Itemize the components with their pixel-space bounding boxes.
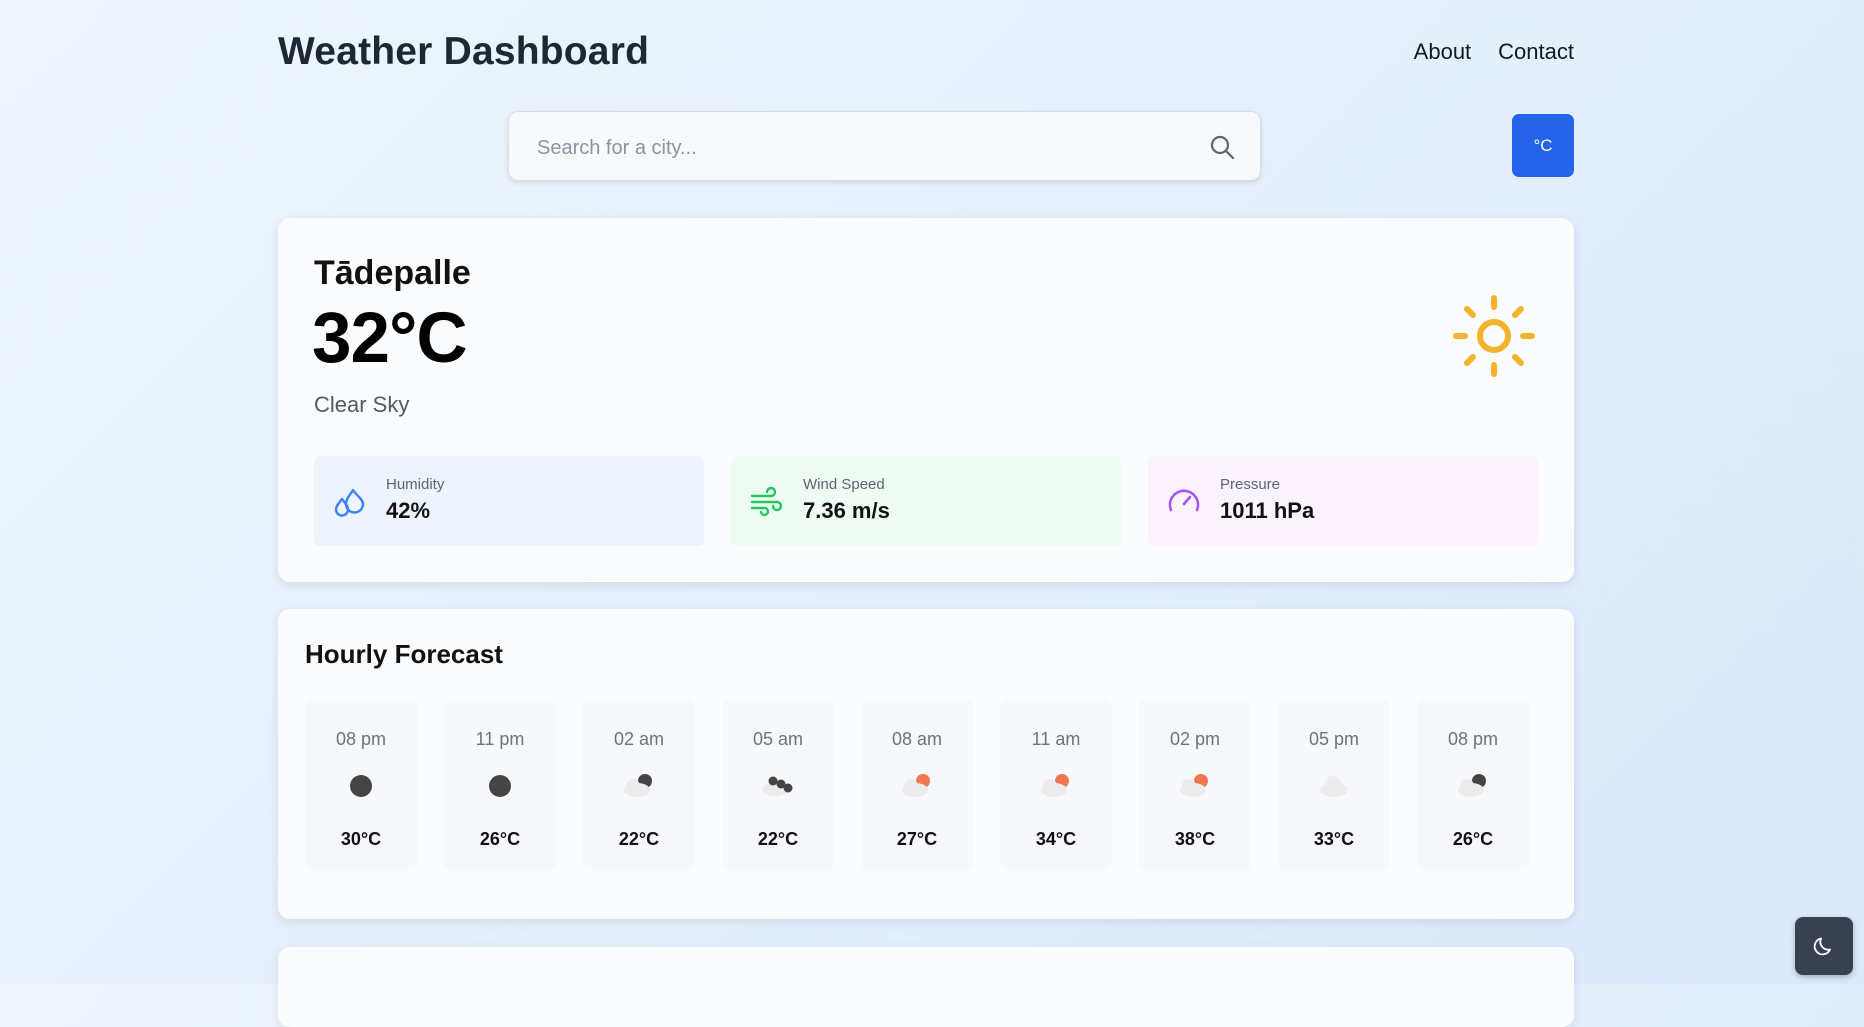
moon-icon <box>480 768 520 804</box>
cloudy-day-icon <box>1175 768 1215 804</box>
hourly-item: 02 pm 38°C <box>1139 699 1251 871</box>
next-card <box>278 947 1574 1027</box>
current-weather-card: Tādepalle 32°C Clear Sky Humidity 42% Wi… <box>278 218 1574 582</box>
cloudy-day-icon <box>897 768 937 804</box>
hourly-temp: 22°C <box>757 829 799 849</box>
hourly-temp: 26°C <box>1452 829 1494 849</box>
hourly-time: 05 am <box>752 729 804 749</box>
hourly-item: 05 am 22°C <box>722 699 834 871</box>
hourly-forecast-card: Hourly Forecast 08 pm 30°C 11 pm 26°C 02 am 2… <box>278 609 1574 919</box>
pressure-value: 1011 hPa <box>1220 498 1315 523</box>
hourly-time: 08 am <box>891 729 943 749</box>
nav-about-link[interactable]: About <box>1414 39 1472 65</box>
hourly-time: 02 am <box>613 729 665 749</box>
hourly-time: 11 pm <box>475 729 525 749</box>
hourly-time: 05 pm <box>1308 729 1360 749</box>
wind-value: 7.36 m/s <box>803 498 890 523</box>
hourly-time: 08 pm <box>335 729 387 749</box>
pressure-label: Pressure <box>1220 476 1281 493</box>
search-box <box>508 111 1261 181</box>
humidity-value: 42% <box>386 498 431 523</box>
nav-contact-link[interactable]: Contact <box>1498 39 1574 65</box>
cloud-icon <box>1314 768 1354 804</box>
humidity-stat: Humidity 42% <box>314 456 704 546</box>
search-icon[interactable] <box>1208 133 1236 161</box>
hourly-item: 05 pm 33°C <box>1278 699 1390 871</box>
page-title: Weather Dashboard <box>278 30 650 73</box>
hourly-item: 08 pm 30°C <box>305 699 417 871</box>
gauge-icon <box>1168 489 1200 512</box>
hourly-temp: 26°C <box>479 829 521 849</box>
hourly-item: 11 am 34°C <box>1000 699 1112 871</box>
unit-toggle-button[interactable]: °C <box>1512 114 1574 177</box>
cloudy-day-icon <box>1036 768 1076 804</box>
broken-clouds-night-icon <box>758 768 798 804</box>
pressure-stat: Pressure 1011 hPa <box>1148 456 1538 546</box>
hourly-temp: 27°C <box>896 829 938 849</box>
cloudy-night-icon <box>1453 768 1493 804</box>
hourly-time: 11 am <box>1031 729 1081 749</box>
moon-icon <box>1813 937 1831 956</box>
hourly-item: 11 pm 26°C <box>444 699 556 871</box>
hourly-time: 02 pm <box>1169 729 1221 749</box>
hourly-temp: 38°C <box>1174 829 1216 849</box>
hourly-temp: 30°C <box>340 829 382 849</box>
header: Weather Dashboard About Contact <box>278 30 1574 78</box>
hourly-temp: 22°C <box>618 829 660 849</box>
current-temperature: 32°C <box>312 299 468 378</box>
city-name: Tādepalle <box>314 254 471 292</box>
hourly-item: 08 am 27°C <box>861 699 973 871</box>
theme-toggle-button[interactable] <box>1795 917 1853 975</box>
wind-stat: Wind Speed 7.36 m/s <box>731 456 1121 546</box>
cloudy-night-icon <box>619 768 659 804</box>
search-input[interactable] <box>535 132 1179 164</box>
weather-condition: Clear Sky <box>314 392 410 417</box>
humidity-label: Humidity <box>386 476 445 493</box>
hourly-time: 08 pm <box>1447 729 1499 749</box>
hourly-forecast-list: 08 pm 30°C 11 pm 26°C 02 am 22°C 05 am 22°C 08 a… <box>305 699 1529 871</box>
humidity-icon <box>334 488 365 517</box>
hourly-forecast-title: Hourly Forecast <box>305 639 503 669</box>
hourly-temp: 33°C <box>1313 829 1355 849</box>
sun-icon <box>1453 295 1535 377</box>
moon-icon <box>341 768 381 804</box>
wind-icon <box>750 486 783 517</box>
top-nav: About Contact <box>1414 39 1574 65</box>
wind-label: Wind Speed <box>803 476 885 493</box>
hourly-item: 02 am 22°C <box>583 699 695 871</box>
hourly-temp: 34°C <box>1035 829 1077 849</box>
hourly-item: 08 pm 26°C <box>1417 699 1529 871</box>
